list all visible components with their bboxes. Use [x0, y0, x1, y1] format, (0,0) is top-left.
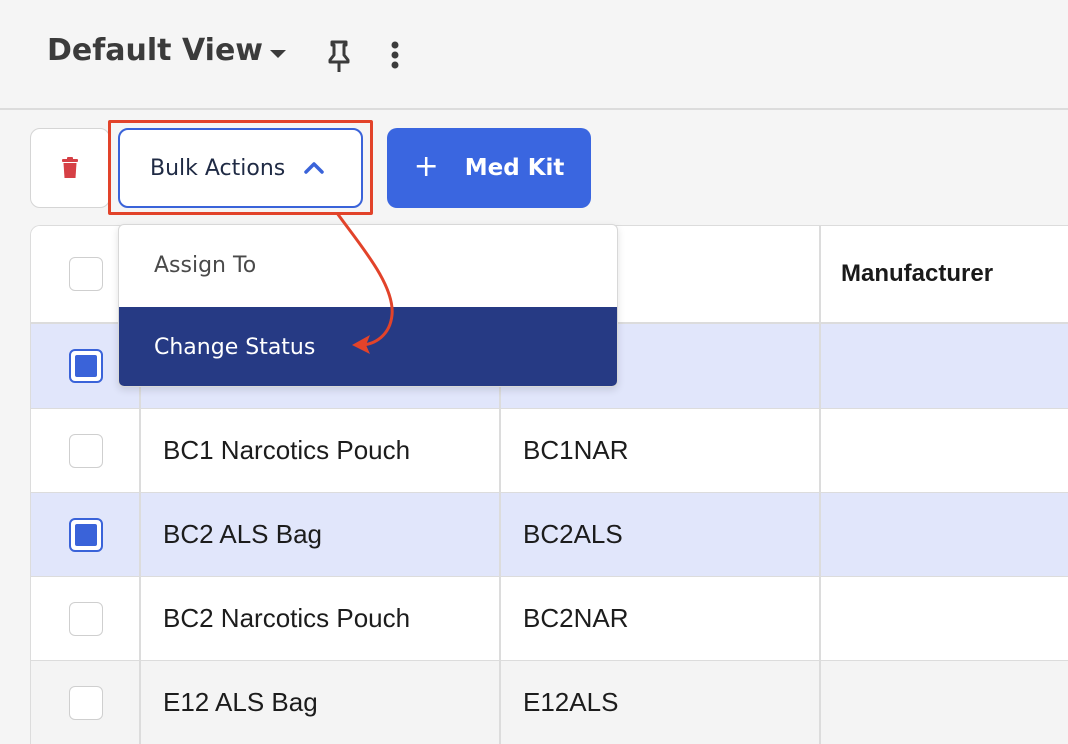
row-checkbox[interactable] [69, 433, 103, 468]
row-checkbox[interactable] [69, 601, 103, 636]
name-cell: BC2 Narcotics Pouch [163, 603, 411, 633]
row-checkbox[interactable] [69, 349, 103, 383]
chevron-down-icon[interactable] [270, 50, 286, 58]
name-cell: E12 ALS Bag [163, 687, 318, 717]
trash-icon [62, 157, 78, 178]
select-all-checkbox[interactable] [69, 257, 103, 291]
table-row[interactable]: BC2 ALS Bag BC2ALS [31, 493, 1068, 577]
table-row[interactable]: BC1 Narcotics Pouch BC1NAR [31, 409, 1068, 493]
row-checkbox[interactable] [69, 517, 103, 552]
code-cell: E12ALS [523, 687, 619, 717]
bulk-actions-menu: Assign To Change Status [118, 224, 618, 387]
delete-button[interactable] [30, 128, 110, 208]
row-checkbox[interactable] [69, 685, 103, 720]
add-med-kit-button[interactable]: + Med Kit [387, 128, 591, 208]
kebab-menu-icon[interactable] [385, 40, 405, 70]
annotation-highlight-box [108, 120, 373, 215]
manufacturer-header-label: Manufacturer [841, 260, 994, 287]
menu-item-assign-to[interactable]: Assign To [119, 225, 617, 305]
select-all-cell [69, 226, 103, 322]
code-cell: BC1NAR [523, 435, 629, 465]
name-cell: BC2 ALS Bag [163, 519, 322, 549]
menu-item-change-status[interactable]: Change Status [119, 307, 617, 386]
view-header: Default View [0, 0, 1068, 110]
code-cell: BC2NAR [523, 603, 629, 633]
name-cell: BC1 Narcotics Pouch [163, 435, 411, 465]
plus-icon: + [413, 149, 439, 184]
pin-icon[interactable] [326, 40, 352, 74]
column-header-manufacturer[interactable]: Manufacturer [841, 226, 993, 322]
table-row[interactable]: E12 ALS Bag E12ALS [31, 661, 1068, 744]
table-row[interactable]: BC2 Narcotics Pouch BC2NAR [31, 577, 1068, 661]
add-med-kit-label: Med Kit [464, 155, 565, 181]
view-title[interactable]: Default View [47, 33, 263, 68]
code-cell: BC2ALS [523, 519, 623, 549]
